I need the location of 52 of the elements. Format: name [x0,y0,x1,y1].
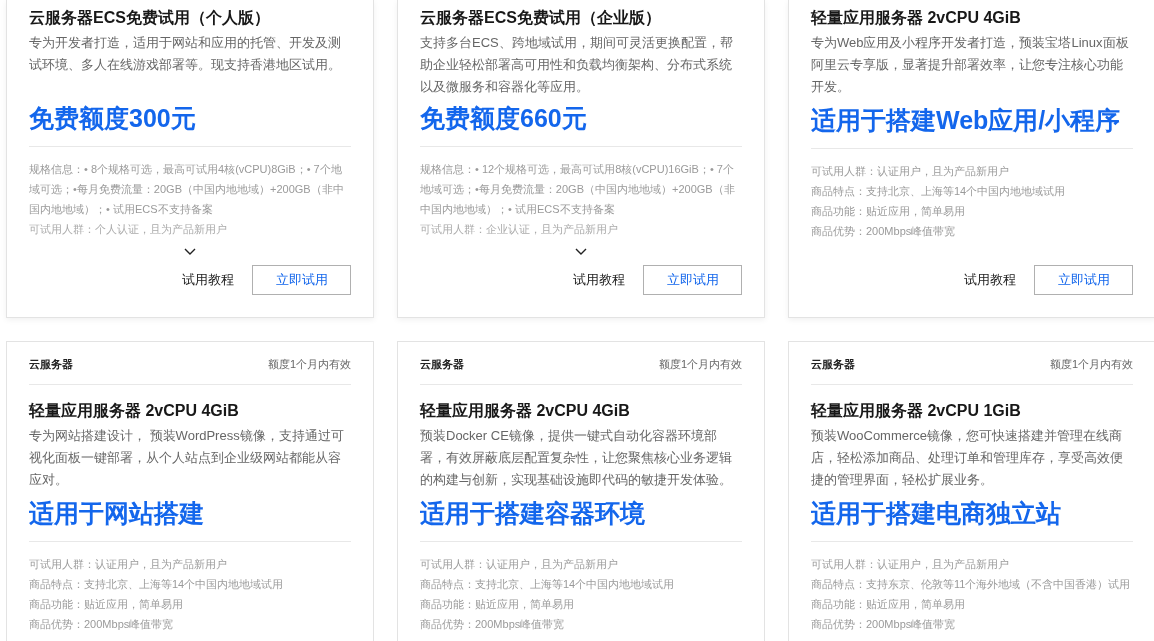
chevron-icon[interactable] [574,247,588,257]
card-title: 轻量应用服务器 2vCPU 1GiB [811,401,1022,421]
detail-text: 商品优势：200Mbps峰值带宽 [420,617,566,632]
card-title: 轻量应用服务器 2vCPU 4GiB [29,401,240,421]
detail-text: 商品特点：支持北京、上海等14个中国内地地域试用 [811,184,1067,199]
validity-text: 额度1个月内有效 [658,356,742,372]
card-title: 轻量应用服务器 2vCPU 4GiB [811,8,1022,28]
highlight-text: 适用于网站搭建 [29,498,205,529]
category-label: 云服务器 [811,356,855,372]
detail-text: 可试用人群：认证用户，且为产品新用户 [420,557,619,572]
detail-text: 商品特点：支持北京、上海等14个中国内地地域试用 [29,577,285,592]
detail-text: 商品特点：支持东京、伦敦等11个海外地域（不含中国香港）试用 [811,577,1132,592]
highlight-text: 适用于搭建Web应用/小程序 [811,105,1122,136]
card-title: 云服务器ECS免费试用（企业版） [420,8,662,28]
category-label: 云服务器 [29,356,73,372]
chevron-icon[interactable] [183,247,197,257]
category-label: 云服务器 [420,356,464,372]
validity-text: 额度1个月内有效 [1049,356,1133,372]
detail-text: 可试用人群：认证用户，且为产品新用户 [811,557,1010,572]
highlight-text: 免费额度300元 [29,103,197,134]
card-description: 预装Docker CE镜像，提供一键式自动化容器环境部署，有效屏蔽底层配置复杂性，让您聚焦核心业务逻辑的构建与创新，实现基础设施即代码的敏捷开发体验。 [420,427,733,489]
detail-text: 规格信息：• 12个规格可选，最高可试用8核(vCPU)16GiB；• 7个地域可选；•每月免费流量：20GB（中国内地地域）+200GB（非中国内地地域）；• 试用ECS不支持备案 [420,162,736,217]
tutorial-link[interactable]: 试用教程 [182,270,234,290]
detail-text: 商品优势：200Mbps峰值带宽 [29,617,175,632]
card-description: 专为Web应用及小程序开发者打造，预装宝塔Linux面板阿里云专享版，显著提升部署效率，让您专注核心功能开发。 [811,34,1130,96]
card-title: 轻量应用服务器 2vCPU 4GiB [420,401,631,421]
detail-text: 商品功能：贴近应用，简单易用 [420,597,575,612]
highlight-text: 免费额度660元 [420,103,588,134]
detail-text: 规格信息：• 8个规格可选，最高可试用4核(vCPU)8GiB；• 7个地域可选；•每月免费流量：20GB（中国内地地域）+200GB（非中国内地地域）；• 试用ECS不支持备案 [29,162,345,217]
try-now-button[interactable]: 立即试用 [1034,265,1133,295]
card-description: 预装WooCommerce镜像，您可快速搭建并管理在线商店，轻松添加商品、处理订单和管理库存，享受高效便捷的管理界面，轻松扩展业务。 [811,427,1124,489]
card-description: 专为开发者打造，适用于网站和应用的托管、开发及测试环境、多人在线游戏部署等。现支持香港地区试用。 [29,34,342,74]
detail-text: 商品功能：贴近应用，简单易用 [811,204,966,219]
detail-text: 商品特点：支持北京、上海等14个中国内地地域试用 [420,577,676,592]
detail-text: 商品优势：200Mbps峰值带宽 [811,617,957,632]
detail-text: 可试用人群：企业认证，且为产品新用户 [420,222,619,237]
card-title: 云服务器ECS免费试用（个人版） [29,8,271,28]
detail-text: 商品优势：200Mbps峰值带宽 [811,224,957,239]
highlight-text: 适用于搭建电商独立站 [811,498,1062,529]
tutorial-link[interactable]: 试用教程 [964,270,1016,290]
try-now-button[interactable]: 立即试用 [643,265,742,295]
tutorial-link[interactable]: 试用教程 [573,270,625,290]
validity-text: 额度1个月内有效 [267,356,351,372]
highlight-text: 适用于搭建容器环境 [420,498,646,529]
detail-text: 商品功能：贴近应用，简单易用 [811,597,966,612]
try-now-button[interactable]: 立即试用 [252,265,351,295]
detail-text: 可试用人群：认证用户，且为产品新用户 [29,557,228,572]
detail-text: 可试用人群：个人认证，且为产品新用户 [29,222,228,237]
card-description: 专为网站搭建设计， 预装WordPress镜像，支持通过可视化面板一键部署，从个人站点到企业级网站都能从容应对。 [29,427,345,489]
detail-text: 商品功能：贴近应用，简单易用 [29,597,184,612]
detail-text: 可试用人群：认证用户，且为产品新用户 [811,164,1010,179]
card-description: 支持多台ECS、跨地域试用，期间可灵活更换配置，帮助企业轻松部署高可用性和负载均衡架构、分布式系统以及微服务和容器化等应用。 [420,34,734,96]
